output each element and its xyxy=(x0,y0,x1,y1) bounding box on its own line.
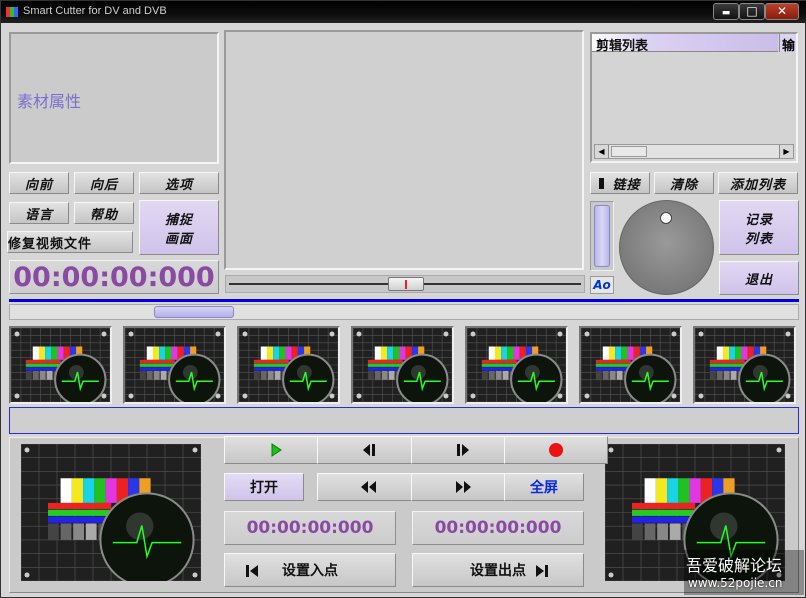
fast-forward-icon xyxy=(456,481,471,493)
video-preview xyxy=(224,30,584,270)
out-point-timecode: 00:00:00:000 xyxy=(412,511,584,545)
info-strip xyxy=(9,407,799,434)
open-button[interactable]: 打开 xyxy=(224,473,304,501)
seek-thumb[interactable] xyxy=(388,277,424,291)
title-bar: Smart Cutter for DV and DVB ▬ □ ✕ xyxy=(1,1,806,23)
capture-label-2: 画面 xyxy=(164,231,193,247)
set-out-icon xyxy=(536,565,548,577)
thumbnail-graphic xyxy=(581,328,680,402)
repair-video-button[interactable]: 修复视频文件 xyxy=(7,231,133,253)
fullscreen-button[interactable]: 全屏 xyxy=(504,473,584,501)
record-button[interactable] xyxy=(504,436,608,464)
thumbnail-graphic xyxy=(353,328,452,402)
thumbnail-graphic xyxy=(125,328,224,402)
link-button[interactable]: 链接 xyxy=(590,172,650,194)
close-icon: ✕ xyxy=(776,4,788,18)
close-button[interactable]: ✕ xyxy=(765,3,799,20)
watermark-line2: www.52pojie.cn xyxy=(688,576,783,590)
app-window: Smart Cutter for DV and DVB ▬ □ ✕ 素材属性 向… xyxy=(0,0,806,598)
clip-list-col2-label: 输 xyxy=(782,39,796,54)
timeline-scroll-thumb[interactable] xyxy=(154,306,234,318)
clip-list-header: 剪辑列表 xyxy=(592,34,778,54)
jog-dial-knob-icon[interactable] xyxy=(660,212,672,224)
minimize-button[interactable]: ▬ xyxy=(713,3,739,20)
play-icon xyxy=(271,443,282,457)
thumbnail-graphic xyxy=(467,328,566,402)
rewind-icon xyxy=(361,481,376,493)
thumbnail-frame[interactable] xyxy=(351,326,454,404)
set-in-point-button[interactable]: 设置入点 xyxy=(224,553,396,587)
volume-slider[interactable] xyxy=(590,201,614,271)
forward-button[interactable]: 向前 xyxy=(9,172,69,194)
capture-label-1: 捕捉 xyxy=(164,212,193,228)
record-icon xyxy=(549,443,563,457)
backward-button[interactable]: 向后 xyxy=(74,172,134,194)
clip-list-scrollbar[interactable]: ◀ ▶ xyxy=(594,144,794,159)
language-button[interactable]: 语言 xyxy=(9,202,69,224)
exit-button[interactable]: 退出 xyxy=(719,261,799,295)
in-monitor-graphic xyxy=(21,444,201,581)
thumbnail-graphic xyxy=(695,328,794,402)
set-out-point-button[interactable]: 设置出点 xyxy=(412,553,584,587)
set-in-icon xyxy=(246,565,258,577)
clip-list-title: 剪辑列表 xyxy=(596,39,649,54)
options-button[interactable]: 选项 xyxy=(139,172,219,194)
help-button[interactable]: 帮助 xyxy=(74,202,134,224)
rewind-button[interactable] xyxy=(317,473,421,501)
thumbnail-frame[interactable] xyxy=(465,326,568,404)
record-label-1: 记录 xyxy=(744,212,773,228)
scroll-right-icon[interactable]: ▶ xyxy=(779,145,793,158)
main-timecode: 00:00:00:000 xyxy=(9,260,219,294)
clear-button[interactable]: 清除 xyxy=(654,172,714,194)
maximize-icon: □ xyxy=(746,4,758,18)
app-icon xyxy=(6,7,18,17)
link-label: 链接 xyxy=(612,177,641,193)
set-out-label: 设置出点 xyxy=(470,563,526,579)
thumbnail-frame[interactable] xyxy=(693,326,796,404)
thumbnail-frame[interactable] xyxy=(123,326,226,404)
capture-frame-button[interactable]: 捕捉 画面 xyxy=(139,200,219,255)
minimize-icon: ▬ xyxy=(721,8,731,18)
thumbnail-frame[interactable] xyxy=(9,326,112,404)
thumbnail-frame[interactable] xyxy=(579,326,682,404)
prev-frame-icon xyxy=(363,444,375,456)
record-list-button[interactable]: 记录 列表 xyxy=(719,200,799,255)
in-point-timecode: 00:00:00:000 xyxy=(224,511,396,545)
fast-forward-button[interactable] xyxy=(411,473,515,501)
volume-thumb[interactable] xyxy=(594,205,610,267)
prev-frame-button[interactable] xyxy=(317,436,421,464)
window-title: Smart Cutter for DV and DVB xyxy=(23,5,167,17)
next-frame-button[interactable] xyxy=(411,436,515,464)
jog-dial[interactable] xyxy=(619,200,714,295)
properties-label: 素材属性 xyxy=(17,92,82,111)
seek-slider[interactable] xyxy=(225,275,585,293)
timeline-scrollbar[interactable] xyxy=(9,304,799,320)
properties-panel: 素材属性 xyxy=(9,32,219,164)
watermark: 吾爱破解论坛 www.52pojie.cn xyxy=(684,550,804,595)
next-frame-icon xyxy=(457,444,469,456)
timeline-line xyxy=(9,299,799,302)
play-button[interactable] xyxy=(224,436,328,464)
thumbnail-graphic xyxy=(11,328,110,402)
thumbnail-frame[interactable] xyxy=(237,326,340,404)
add-list-button[interactable]: 添加列表 xyxy=(718,172,798,194)
clip-list[interactable]: 剪辑列表 输 ◀ ▶ xyxy=(590,32,798,163)
record-label-2: 列表 xyxy=(744,231,773,247)
link-indicator-icon xyxy=(599,177,605,189)
scroll-left-icon[interactable]: ◀ xyxy=(595,145,609,158)
maximize-button[interactable]: □ xyxy=(739,3,765,20)
scroll-thumb[interactable] xyxy=(611,146,647,157)
audio-button[interactable]: Ao xyxy=(590,276,614,294)
in-point-monitor xyxy=(21,444,201,581)
thumbnail-graphic xyxy=(239,328,338,402)
clip-list-header-col2: 输 xyxy=(779,34,796,54)
set-in-label: 设置入点 xyxy=(282,563,338,579)
watermark-line1: 吾爱破解论坛 xyxy=(686,556,783,575)
